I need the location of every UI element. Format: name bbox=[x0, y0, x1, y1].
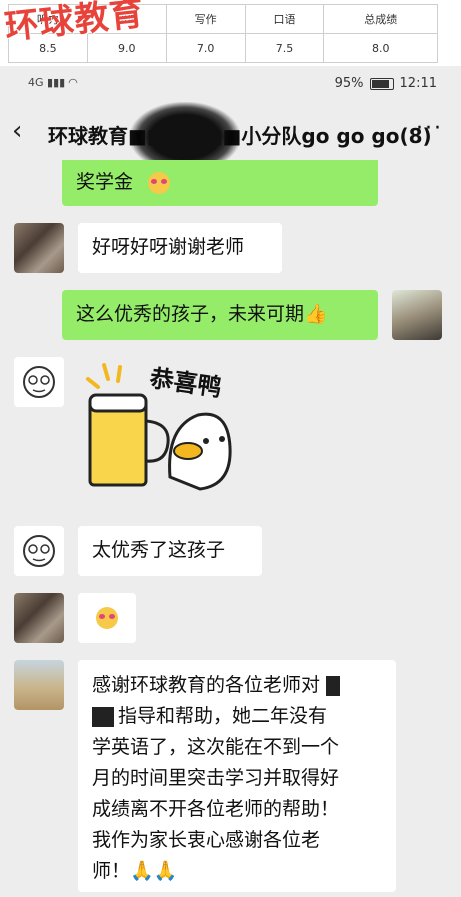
message-text: 这么优秀的孩子，未来可期👍 bbox=[76, 303, 328, 325]
message-line: 指导和帮助，她二年没有 bbox=[92, 701, 340, 732]
network-label: 4G bbox=[28, 76, 44, 89]
signal-icon: ▮▮▮ bbox=[47, 76, 66, 89]
heart-eyes-emoji-icon bbox=[96, 607, 118, 629]
message-text: 太优秀了这孩子 bbox=[92, 539, 226, 561]
message-bubble-incoming[interactable]: 太优秀了这孩子 bbox=[78, 526, 262, 576]
redaction-mark bbox=[92, 706, 114, 727]
wifi-icon: ◜◝ bbox=[68, 76, 78, 89]
my-avatar[interactable] bbox=[392, 290, 442, 340]
header-writing: 写作 bbox=[165, 4, 246, 34]
cartoon-face-icon bbox=[23, 366, 55, 398]
header-speaking: 口语 bbox=[244, 4, 325, 34]
message-line: 师！🙏🙏 bbox=[92, 860, 178, 882]
message-bubble-incoming[interactable]: 感谢环球教育的各位老师对 指导和帮助，她二年没有 学英语了，这次能在不到一个 月… bbox=[78, 660, 396, 892]
battery-percent: 95% bbox=[334, 76, 364, 91]
more-options-icon[interactable]: ··· bbox=[416, 116, 443, 141]
header-total: 总成绩 bbox=[323, 4, 438, 34]
message-text: 好呀好呀谢谢老师 bbox=[92, 236, 245, 258]
avatar[interactable] bbox=[14, 660, 64, 710]
score-speaking: 7.5 bbox=[244, 33, 325, 63]
avatar[interactable] bbox=[14, 593, 64, 643]
status-bar: 4G ▮▮▮ ◜◝ 95% 12:11 bbox=[0, 66, 461, 102]
status-right: 95% 12:11 bbox=[335, 76, 437, 91]
message-bubble-outgoing[interactable]: 奖学金 bbox=[62, 160, 378, 206]
battery-icon bbox=[369, 77, 394, 90]
avatar[interactable] bbox=[14, 357, 64, 407]
message-bubble-incoming[interactable]: 好呀好呀谢谢老师 bbox=[78, 223, 282, 273]
clock: 12:11 bbox=[399, 76, 437, 91]
message-text: 奖学金 bbox=[76, 171, 134, 193]
message-line: 月的时间里突击学习并取得好 bbox=[92, 767, 340, 789]
avatar[interactable] bbox=[14, 526, 64, 576]
message-line: 感谢环球教育的各位老师对 bbox=[92, 670, 341, 701]
message-bubble-outgoing[interactable]: 这么优秀的孩子，未来可期👍 bbox=[62, 290, 378, 340]
score-writing: 7.0 bbox=[165, 33, 246, 63]
chevron-left-icon[interactable]: ‹ bbox=[12, 116, 22, 146]
avatar[interactable] bbox=[14, 223, 64, 273]
redaction-mark bbox=[326, 675, 341, 696]
message-line: 我作为家长衷心感谢各位老 bbox=[92, 829, 321, 851]
chat-header: ‹ 环球教育■■■■■■小分队go go go(8) ··· bbox=[0, 102, 461, 172]
cartoon-face-icon bbox=[23, 535, 55, 567]
sticker-congrats-duck[interactable]: 恭喜鸭 bbox=[80, 357, 250, 507]
message-line: 成绩离不开各位老师的帮助！ bbox=[92, 798, 340, 820]
message-line: 学英语了，这次能在不到一个 bbox=[92, 736, 340, 758]
score-total: 8.0 bbox=[323, 33, 438, 63]
message-bubble-incoming[interactable] bbox=[78, 593, 136, 643]
money-face-emoji-icon bbox=[148, 172, 170, 194]
score-table: 听力 阅读 写作 口语 总成绩 8.5 9.0 7.0 7.5 8.0 环球教育 bbox=[0, 0, 461, 66]
signal-indicator: 4G ▮▮▮ ◜◝ bbox=[28, 76, 77, 89]
